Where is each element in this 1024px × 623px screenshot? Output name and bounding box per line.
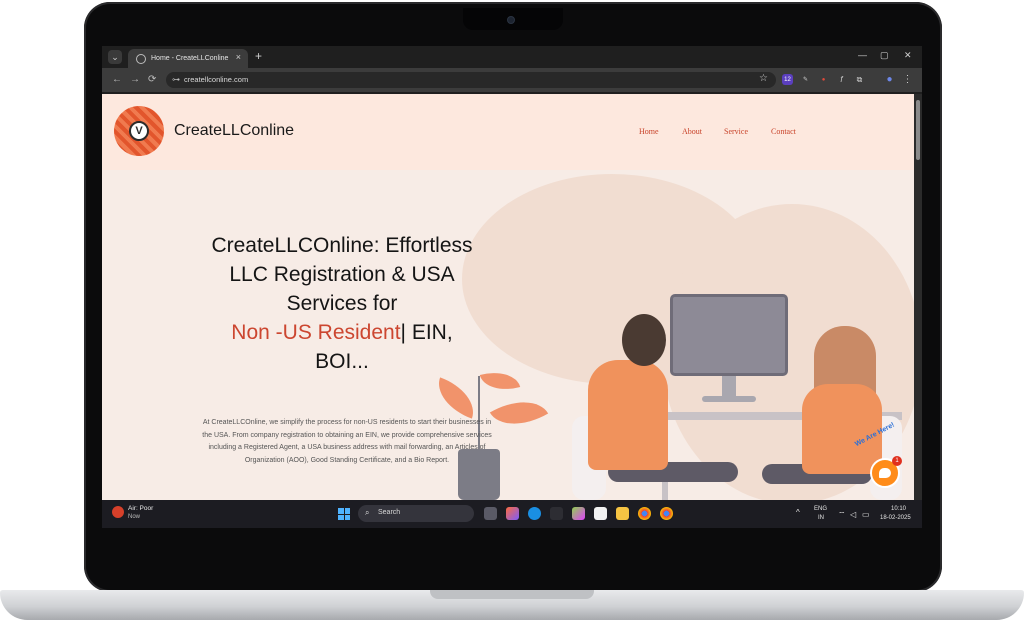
tab-list-button[interactable]: ⌄	[108, 50, 122, 64]
close-tab-icon[interactable]: ×	[236, 52, 241, 62]
taskbar-search[interactable]: ⌕ Search	[358, 505, 474, 522]
start-icon-tile	[344, 508, 350, 514]
url-text[interactable]: createllconline.com	[184, 75, 248, 84]
search-icon: ⌕	[365, 508, 370, 517]
camera-icon	[508, 17, 514, 23]
forward-button[interactable]: →	[130, 74, 140, 85]
maximize-button[interactable]: ▢	[880, 50, 889, 61]
chrome-icon[interactable]	[638, 507, 651, 520]
person-body-illustration	[802, 384, 882, 474]
plant-leaf-illustration	[430, 377, 482, 419]
address-bar[interactable]: ⊶ createllconline.com ☆	[166, 72, 776, 88]
hero-title-line: Non -US Resident| EIN,	[192, 318, 492, 347]
start-icon-tile	[338, 508, 344, 514]
monitor-stand-illustration	[722, 376, 736, 398]
store-icon[interactable]	[594, 507, 607, 520]
browser-tab-home[interactable]: Home - CreateLLConline ×	[128, 49, 248, 68]
air-quality-icon[interactable]	[112, 506, 124, 518]
person-body-illustration	[588, 360, 668, 470]
start-icon-tile	[344, 514, 350, 520]
hero-title-line: Services for	[286, 292, 398, 315]
menu-icon[interactable]: ⋮	[902, 74, 913, 85]
puzzle-icon[interactable]: ⧉	[854, 74, 865, 85]
back-button[interactable]: ←	[112, 74, 122, 85]
hero-title-line: LLC Registration & USA	[229, 263, 455, 286]
eyedropper-icon[interactable]: ✎	[800, 74, 811, 85]
hero-title: CreateLLCOnline: Effortless LLC Registra…	[192, 231, 492, 376]
site-info-icon[interactable]: ⊶	[172, 75, 180, 84]
search-placeholder: Search	[378, 509, 401, 516]
hero-title-accent: Non -US Resident	[231, 321, 401, 344]
file-explorer-icon[interactable]	[616, 507, 629, 520]
monitor-base-illustration	[702, 396, 756, 402]
edge-icon[interactable]	[528, 507, 541, 520]
hero-title-line: BOI...	[315, 350, 369, 373]
tray-overflow-icon[interactable]: ^	[796, 508, 800, 517]
start-icon-tile	[338, 514, 344, 520]
nav-link-about[interactable]: About	[682, 127, 702, 136]
weather-widget-title[interactable]: Air: Poor	[128, 505, 153, 512]
windows-taskbar: Air: Poor Now ⌕ Search ^ ENG IN ⌔ ◁ ▭ 10…	[102, 500, 922, 528]
wifi-icon[interactable]: ⌔	[838, 510, 846, 520]
close-window-button[interactable]: ✕	[904, 50, 912, 61]
region-indicator[interactable]: IN	[818, 515, 824, 521]
nav-link-home[interactable]: Home	[639, 127, 659, 136]
minimize-button[interactable]: —	[858, 50, 867, 60]
chrome-icon[interactable]	[660, 507, 673, 520]
extension-badge-icon[interactable]: 12	[782, 74, 793, 85]
browser-tabbar: ⌄ Home - CreateLLConline × + — ▢ ✕	[102, 46, 922, 68]
laptop-base-notch	[430, 590, 594, 599]
dell-icon[interactable]	[550, 507, 563, 520]
red-extension-icon[interactable]: ●	[818, 74, 829, 85]
monitor-illustration	[670, 294, 788, 376]
scrollbar-thumb[interactable]	[916, 100, 920, 160]
chat-icon	[879, 468, 891, 478]
plant-leaf-illustration	[489, 387, 549, 439]
web-page: V CreateLLConline Home About Service Con…	[102, 94, 914, 500]
tab-title: Home - CreateLLConline	[151, 55, 229, 62]
weather-widget-subtitle[interactable]: Now	[128, 514, 140, 520]
language-indicator[interactable]: ENG	[814, 506, 827, 512]
battery-icon[interactable]: ▭	[862, 510, 870, 519]
hero-title-after-accent: | EIN,	[400, 321, 453, 344]
copilot-icon[interactable]	[506, 507, 519, 520]
new-tab-button[interactable]: +	[255, 49, 262, 63]
browser-toolbar: ← → ⟳ ⊶ createllconline.com ☆ 12 ✎ ● f ⧉…	[102, 68, 922, 92]
start-button[interactable]	[338, 508, 350, 520]
hero-title-line: CreateLLCOnline: Effortless	[211, 234, 473, 257]
nav-link-contact[interactable]: Contact	[771, 127, 796, 136]
volume-icon[interactable]: ◁	[850, 510, 856, 519]
clock-date[interactable]: 18-02-2025	[880, 515, 911, 521]
task-view-icon[interactable]	[484, 507, 497, 520]
reload-button[interactable]: ⟳	[148, 74, 156, 85]
function-icon[interactable]: f	[836, 74, 847, 85]
photos-icon[interactable]	[572, 507, 585, 520]
bookmark-star-icon[interactable]: ☆	[759, 73, 768, 84]
chat-notification-badge: 1	[892, 456, 902, 466]
nav-link-service[interactable]: Service	[724, 127, 748, 136]
person-head-illustration	[622, 314, 666, 366]
hero-description: At CreateLLCOnline, we simplify the proc…	[202, 419, 492, 464]
profile-icon[interactable]: ●	[884, 74, 895, 85]
site-header: V CreateLLConline Home About Service Con…	[102, 94, 914, 170]
logo-mark: V	[129, 121, 149, 141]
brand-name[interactable]: CreateLLConline	[174, 122, 294, 140]
page-scrollbar[interactable]	[914, 94, 922, 500]
globe-icon	[136, 53, 146, 64]
screen: ⌄ Home - CreateLLConline × + — ▢ ✕ ← → ⟳…	[102, 46, 922, 528]
clock-time[interactable]: 10:10	[891, 506, 906, 512]
